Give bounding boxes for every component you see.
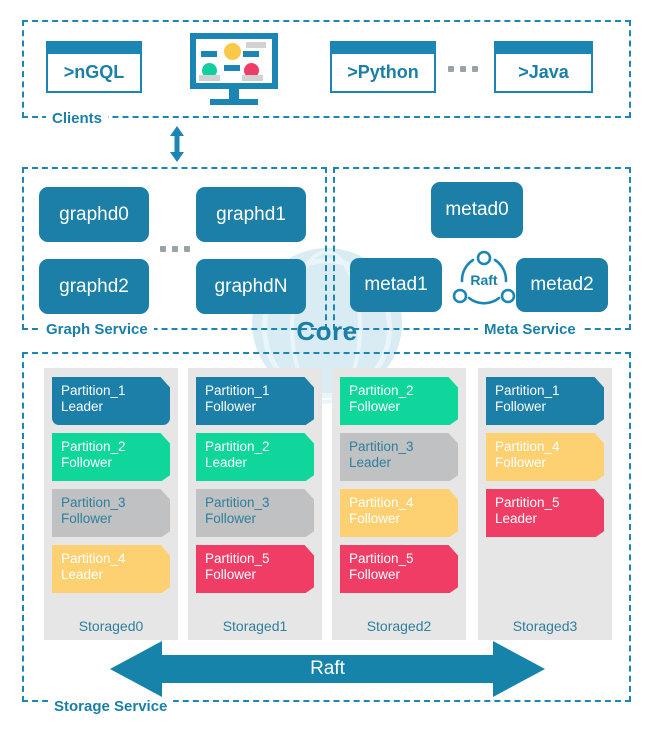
storaged1-partition-0[interactable]: Partition_1 Follower: [196, 377, 314, 425]
graph-service-ellipsis: [160, 246, 190, 252]
ngql-client-titlebar: [48, 43, 140, 54]
graphd2-node[interactable]: graphd2: [39, 259, 149, 314]
storaged3-name: Storaged3: [512, 618, 578, 634]
architecture-diagram: Clients >nGQL >Python >Java Graph Servic…: [0, 0, 653, 738]
storaged2-partition-1[interactable]: Partition_3 Leader: [340, 433, 458, 481]
raft-arrow-label: Raft: [310, 658, 345, 679]
storaged0-name: Storaged0: [78, 618, 144, 634]
partition-name: Partition_4: [61, 551, 126, 566]
partition-name: Partition_3: [349, 439, 414, 454]
storaged1-partition-2[interactable]: Partition_3 Follower: [196, 489, 314, 537]
java-client-label: >Java: [518, 62, 569, 82]
graphd0-label: graphd0: [59, 203, 129, 225]
storage-service-label: Storage Service: [48, 698, 174, 715]
partition-role: Leader: [61, 399, 104, 414]
partition-name: Partition_5: [349, 551, 414, 566]
graphdN-node[interactable]: graphdN: [196, 259, 306, 314]
storaged2-partition-3[interactable]: Partition_5 Follower: [340, 545, 458, 593]
clients-group-label: Clients: [46, 110, 109, 127]
metad1-label: metad1: [364, 274, 428, 295]
ngql-client-card[interactable]: >nGQL: [46, 41, 142, 93]
meta-service-label: Meta Service: [478, 321, 582, 338]
partition-name: Partition_3: [61, 495, 126, 510]
storaged0-partition-0[interactable]: Partition_1 Leader: [52, 377, 170, 425]
partition-role: Leader: [205, 455, 248, 470]
java-client-titlebar: [496, 43, 591, 54]
storaged0-partition-2[interactable]: Partition_3 Follower: [52, 489, 170, 537]
partition-role: Leader: [495, 511, 538, 526]
ngql-client-label: >nGQL: [63, 62, 125, 82]
graph-chip-5-icon: [199, 75, 220, 81]
clients-ellipsis: [448, 66, 478, 72]
metad0-label: metad0: [445, 199, 509, 220]
graph-chip-2-icon: [243, 51, 259, 57]
graph-chip-1-icon: [201, 51, 217, 57]
storaged3-partition-1[interactable]: Partition_4 Follower: [486, 433, 604, 481]
partition-role: Follower: [349, 511, 401, 526]
partition-name: Partition_2: [205, 439, 270, 454]
java-client-card[interactable]: >Java: [494, 41, 593, 93]
partition-name: Partition_5: [495, 495, 560, 510]
partition-role: Follower: [349, 567, 401, 582]
raft-replication-arrow: Raft: [110, 641, 545, 697]
partition-name: Partition_2: [61, 439, 126, 454]
partition-role: Follower: [495, 455, 547, 470]
partition-role: Follower: [205, 399, 257, 414]
storaged2-partition-0[interactable]: Partition_2 Follower: [340, 377, 458, 425]
graphd2-label: graphd2: [59, 275, 129, 297]
partition-name: Partition_5: [205, 551, 270, 566]
graphd0-node[interactable]: graphd0: [39, 187, 149, 242]
graph-service-label: Graph Service: [40, 321, 154, 338]
raft-consensus-icon: Raft: [451, 248, 517, 319]
partition-name: Partition_4: [349, 495, 414, 510]
graphd1-label: graphd1: [216, 203, 286, 225]
partition-name: Partition_1: [205, 383, 270, 398]
partition-role: Follower: [349, 399, 401, 414]
partition-role: Follower: [205, 511, 257, 526]
python-client-titlebar: [332, 43, 434, 54]
partition-name: Partition_3: [205, 495, 270, 510]
core-label: Core: [296, 316, 358, 346]
storaged2-name: Storaged2: [366, 618, 432, 634]
graph-chip-6-icon: [242, 75, 263, 81]
partition-name: Partition_4: [495, 439, 560, 454]
metad2-label: metad2: [530, 274, 594, 295]
partition-role: Follower: [61, 455, 113, 470]
graphd1-node[interactable]: graphd1: [196, 187, 306, 242]
storaged0-partition-1[interactable]: Partition_2 Follower: [52, 433, 170, 481]
partition-role: Follower: [495, 399, 547, 414]
storaged2-partition-2[interactable]: Partition_4 Follower: [340, 489, 458, 537]
monitor-base-icon: [210, 99, 258, 105]
metad0-node[interactable]: metad0: [431, 182, 523, 238]
graph-chip-4-icon: [246, 42, 266, 48]
python-client-label: >Python: [347, 62, 419, 82]
partition-role: Leader: [349, 455, 392, 470]
graph-chip-3-icon: [224, 65, 240, 71]
storaged1-name: Storaged1: [222, 618, 288, 634]
partition-role: Follower: [61, 511, 113, 526]
storaged0-partition-3[interactable]: Partition_4 Leader: [52, 545, 170, 593]
python-client-card[interactable]: >Python: [330, 41, 436, 93]
partition-name: Partition_2: [349, 383, 414, 398]
monitor-neck-icon: [229, 89, 239, 99]
partition-role: Leader: [61, 567, 104, 582]
storaged1-partition-1[interactable]: Partition_2 Leader: [196, 433, 314, 481]
graphdN-label: graphdN: [214, 275, 288, 297]
partition-name: Partition_1: [495, 383, 560, 398]
storaged1-partition-3[interactable]: Partition_5 Follower: [196, 545, 314, 593]
metad2-node[interactable]: metad2: [516, 258, 608, 312]
partition-name: Partition_1: [61, 383, 126, 398]
metad1-node[interactable]: metad1: [350, 258, 442, 312]
monitor-frame-icon: [190, 33, 278, 89]
clients-core-arrow: [165, 126, 189, 167]
partition-role: Follower: [205, 567, 257, 582]
svg-text:Raft: Raft: [470, 272, 498, 288]
graph-node-yellow-icon: [224, 43, 241, 60]
storaged3-partition-2[interactable]: Partition_5 Leader: [486, 489, 604, 537]
storaged3-partition-0[interactable]: Partition_1 Follower: [486, 377, 604, 425]
studio-client-monitor-icon[interactable]: [190, 33, 280, 107]
